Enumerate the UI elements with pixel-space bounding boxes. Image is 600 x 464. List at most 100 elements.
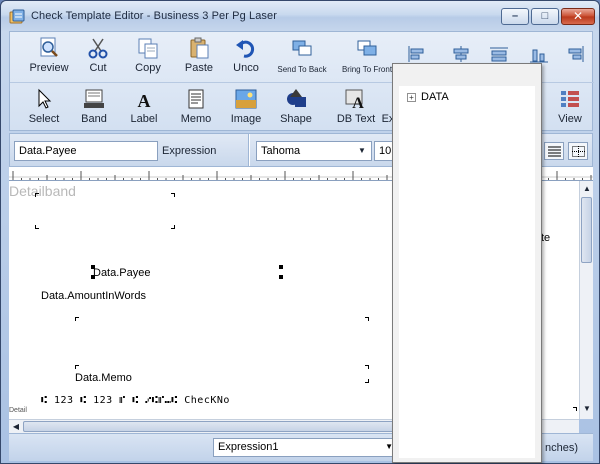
data-tree-popup: + DATA bbox=[392, 63, 542, 463]
property-bar-divider bbox=[248, 134, 250, 166]
corner-mark bbox=[75, 317, 79, 321]
field-value-input[interactable]: Data.Payee bbox=[14, 141, 158, 161]
band-label: Band bbox=[81, 113, 107, 125]
undo-button[interactable]: Unco bbox=[226, 34, 266, 80]
bring-to-front-label: Bring To Front bbox=[341, 65, 393, 74]
micr-line-field[interactable]: ⑆ 123 ⑆ 123 ⑈ ⑆ ⑇⑆⑈⑉⑆ ChecKNo bbox=[41, 395, 230, 406]
window-title: Check Template Editor - Business 3 Per P… bbox=[31, 10, 278, 22]
select-button[interactable]: Select bbox=[24, 85, 64, 131]
db-text-label: DB Text bbox=[336, 113, 376, 125]
cut-label: Cut bbox=[89, 62, 107, 74]
detail-tag: Detail bbox=[9, 407, 27, 414]
chevron-down-icon: ▼ bbox=[358, 146, 366, 155]
units-status: nches) bbox=[545, 442, 579, 454]
shape-label: Shape bbox=[280, 113, 312, 125]
field-type-label: Expression bbox=[162, 145, 217, 157]
undo-icon bbox=[236, 40, 255, 58]
preview-label: Preview bbox=[29, 62, 69, 74]
align-left-icon[interactable] bbox=[406, 44, 428, 64]
expression-select-value: Expression1 bbox=[218, 441, 279, 453]
undo-label: Unco bbox=[233, 62, 259, 74]
memo-button[interactable]: Memo bbox=[176, 85, 216, 131]
font-name-value: Tahoma bbox=[261, 145, 301, 157]
bring-to-front-button[interactable]: Bring To Front bbox=[336, 34, 398, 80]
horizontal-scroll-thumb[interactable] bbox=[23, 421, 403, 432]
label-label: Label bbox=[130, 113, 158, 125]
scroll-left-icon[interactable]: ◀ bbox=[10, 421, 22, 433]
corner-mark bbox=[35, 193, 39, 197]
tree-node-label: DATA bbox=[421, 91, 449, 103]
selection-handle[interactable] bbox=[279, 265, 283, 269]
pointer-icon bbox=[38, 88, 52, 109]
title-bar[interactable]: Check Template Editor - Business 3 Per P… bbox=[1, 1, 599, 31]
db-text-icon: A bbox=[345, 89, 364, 111]
partial-field[interactable]: te bbox=[541, 232, 550, 244]
bring-to-front-icon bbox=[357, 40, 377, 56]
send-to-back-label: Send To Back bbox=[277, 65, 327, 74]
corner-mark bbox=[365, 365, 369, 369]
corner-mark bbox=[365, 317, 369, 321]
image-label: Image bbox=[230, 113, 262, 125]
band-name-label: Detailband bbox=[9, 183, 76, 199]
font-size-value: 10 bbox=[379, 145, 392, 157]
send-to-back-button[interactable]: Send To Back bbox=[272, 34, 332, 80]
maximize-button[interactable]: □ bbox=[531, 8, 559, 25]
vertical-scroll-thumb[interactable] bbox=[581, 197, 592, 263]
minimize-icon: – bbox=[511, 10, 519, 22]
label-button[interactable]: A Label bbox=[126, 85, 162, 131]
copy-label: Copy bbox=[135, 62, 161, 74]
band-button[interactable]: Band bbox=[76, 85, 112, 131]
paste-label: Paste bbox=[184, 62, 214, 74]
memo-label: Memo bbox=[180, 113, 212, 125]
view-label: View bbox=[558, 113, 582, 125]
shape-button[interactable]: Shape bbox=[276, 85, 316, 131]
payee-field[interactable]: Data.Payee bbox=[93, 267, 150, 279]
close-button[interactable]: ✕ bbox=[561, 8, 595, 25]
justify-icon bbox=[548, 146, 561, 157]
border-icon bbox=[572, 146, 585, 157]
db-text-button[interactable]: A DB Text bbox=[332, 85, 380, 131]
corner-mark bbox=[75, 365, 79, 369]
expression-select[interactable]: Expression1 ▼ bbox=[213, 438, 397, 457]
border-button[interactable] bbox=[568, 142, 588, 160]
align-center-icon[interactable] bbox=[450, 44, 472, 64]
same-width-icon[interactable] bbox=[488, 44, 510, 64]
cut-button[interactable]: Cut bbox=[80, 34, 116, 80]
close-icon: ✕ bbox=[572, 9, 584, 23]
corner-mark bbox=[365, 379, 369, 383]
send-to-back-icon bbox=[292, 40, 312, 56]
amount-in-words-field[interactable]: Data.AmountInWords bbox=[41, 290, 146, 302]
scroll-down-icon[interactable]: ▼ bbox=[581, 403, 593, 415]
selection-handle[interactable] bbox=[279, 275, 283, 279]
paste-icon bbox=[190, 37, 209, 59]
font-name-select[interactable]: Tahoma ▼ bbox=[256, 141, 372, 161]
application-window: Check Template Editor - Business 3 Per P… bbox=[0, 0, 600, 464]
memo-icon bbox=[188, 89, 204, 109]
preview-button[interactable]: Preview bbox=[24, 34, 74, 80]
scroll-up-icon[interactable]: ▲ bbox=[581, 183, 593, 195]
align-bottom-icon[interactable] bbox=[528, 44, 550, 64]
svg-text:A: A bbox=[138, 91, 151, 111]
image-button[interactable]: Image bbox=[226, 85, 266, 131]
justify-button[interactable] bbox=[544, 142, 564, 160]
corner-mark bbox=[573, 407, 577, 411]
minimize-button[interactable]: – bbox=[501, 8, 529, 25]
maximize-icon: □ bbox=[541, 10, 549, 22]
label-icon: A bbox=[138, 91, 151, 111]
image-icon bbox=[235, 89, 257, 109]
corner-mark bbox=[171, 225, 175, 229]
preview-icon bbox=[40, 37, 58, 57]
svg-text:A: A bbox=[352, 95, 364, 111]
align-right-icon[interactable] bbox=[564, 44, 586, 64]
paste-button[interactable]: Paste bbox=[180, 34, 218, 80]
copy-button[interactable]: Copy bbox=[130, 34, 166, 80]
view-button[interactable]: View bbox=[552, 85, 588, 131]
app-icon bbox=[9, 9, 25, 24]
shape-icon bbox=[287, 89, 306, 107]
view-icon bbox=[561, 91, 579, 107]
memo-field[interactable]: Data.Memo bbox=[75, 372, 132, 384]
corner-mark bbox=[35, 225, 39, 229]
vertical-scrollbar[interactable]: ▲ ▼ bbox=[579, 181, 593, 419]
tree-node-data[interactable]: + DATA bbox=[407, 91, 449, 103]
expand-icon[interactable]: + bbox=[407, 93, 416, 102]
